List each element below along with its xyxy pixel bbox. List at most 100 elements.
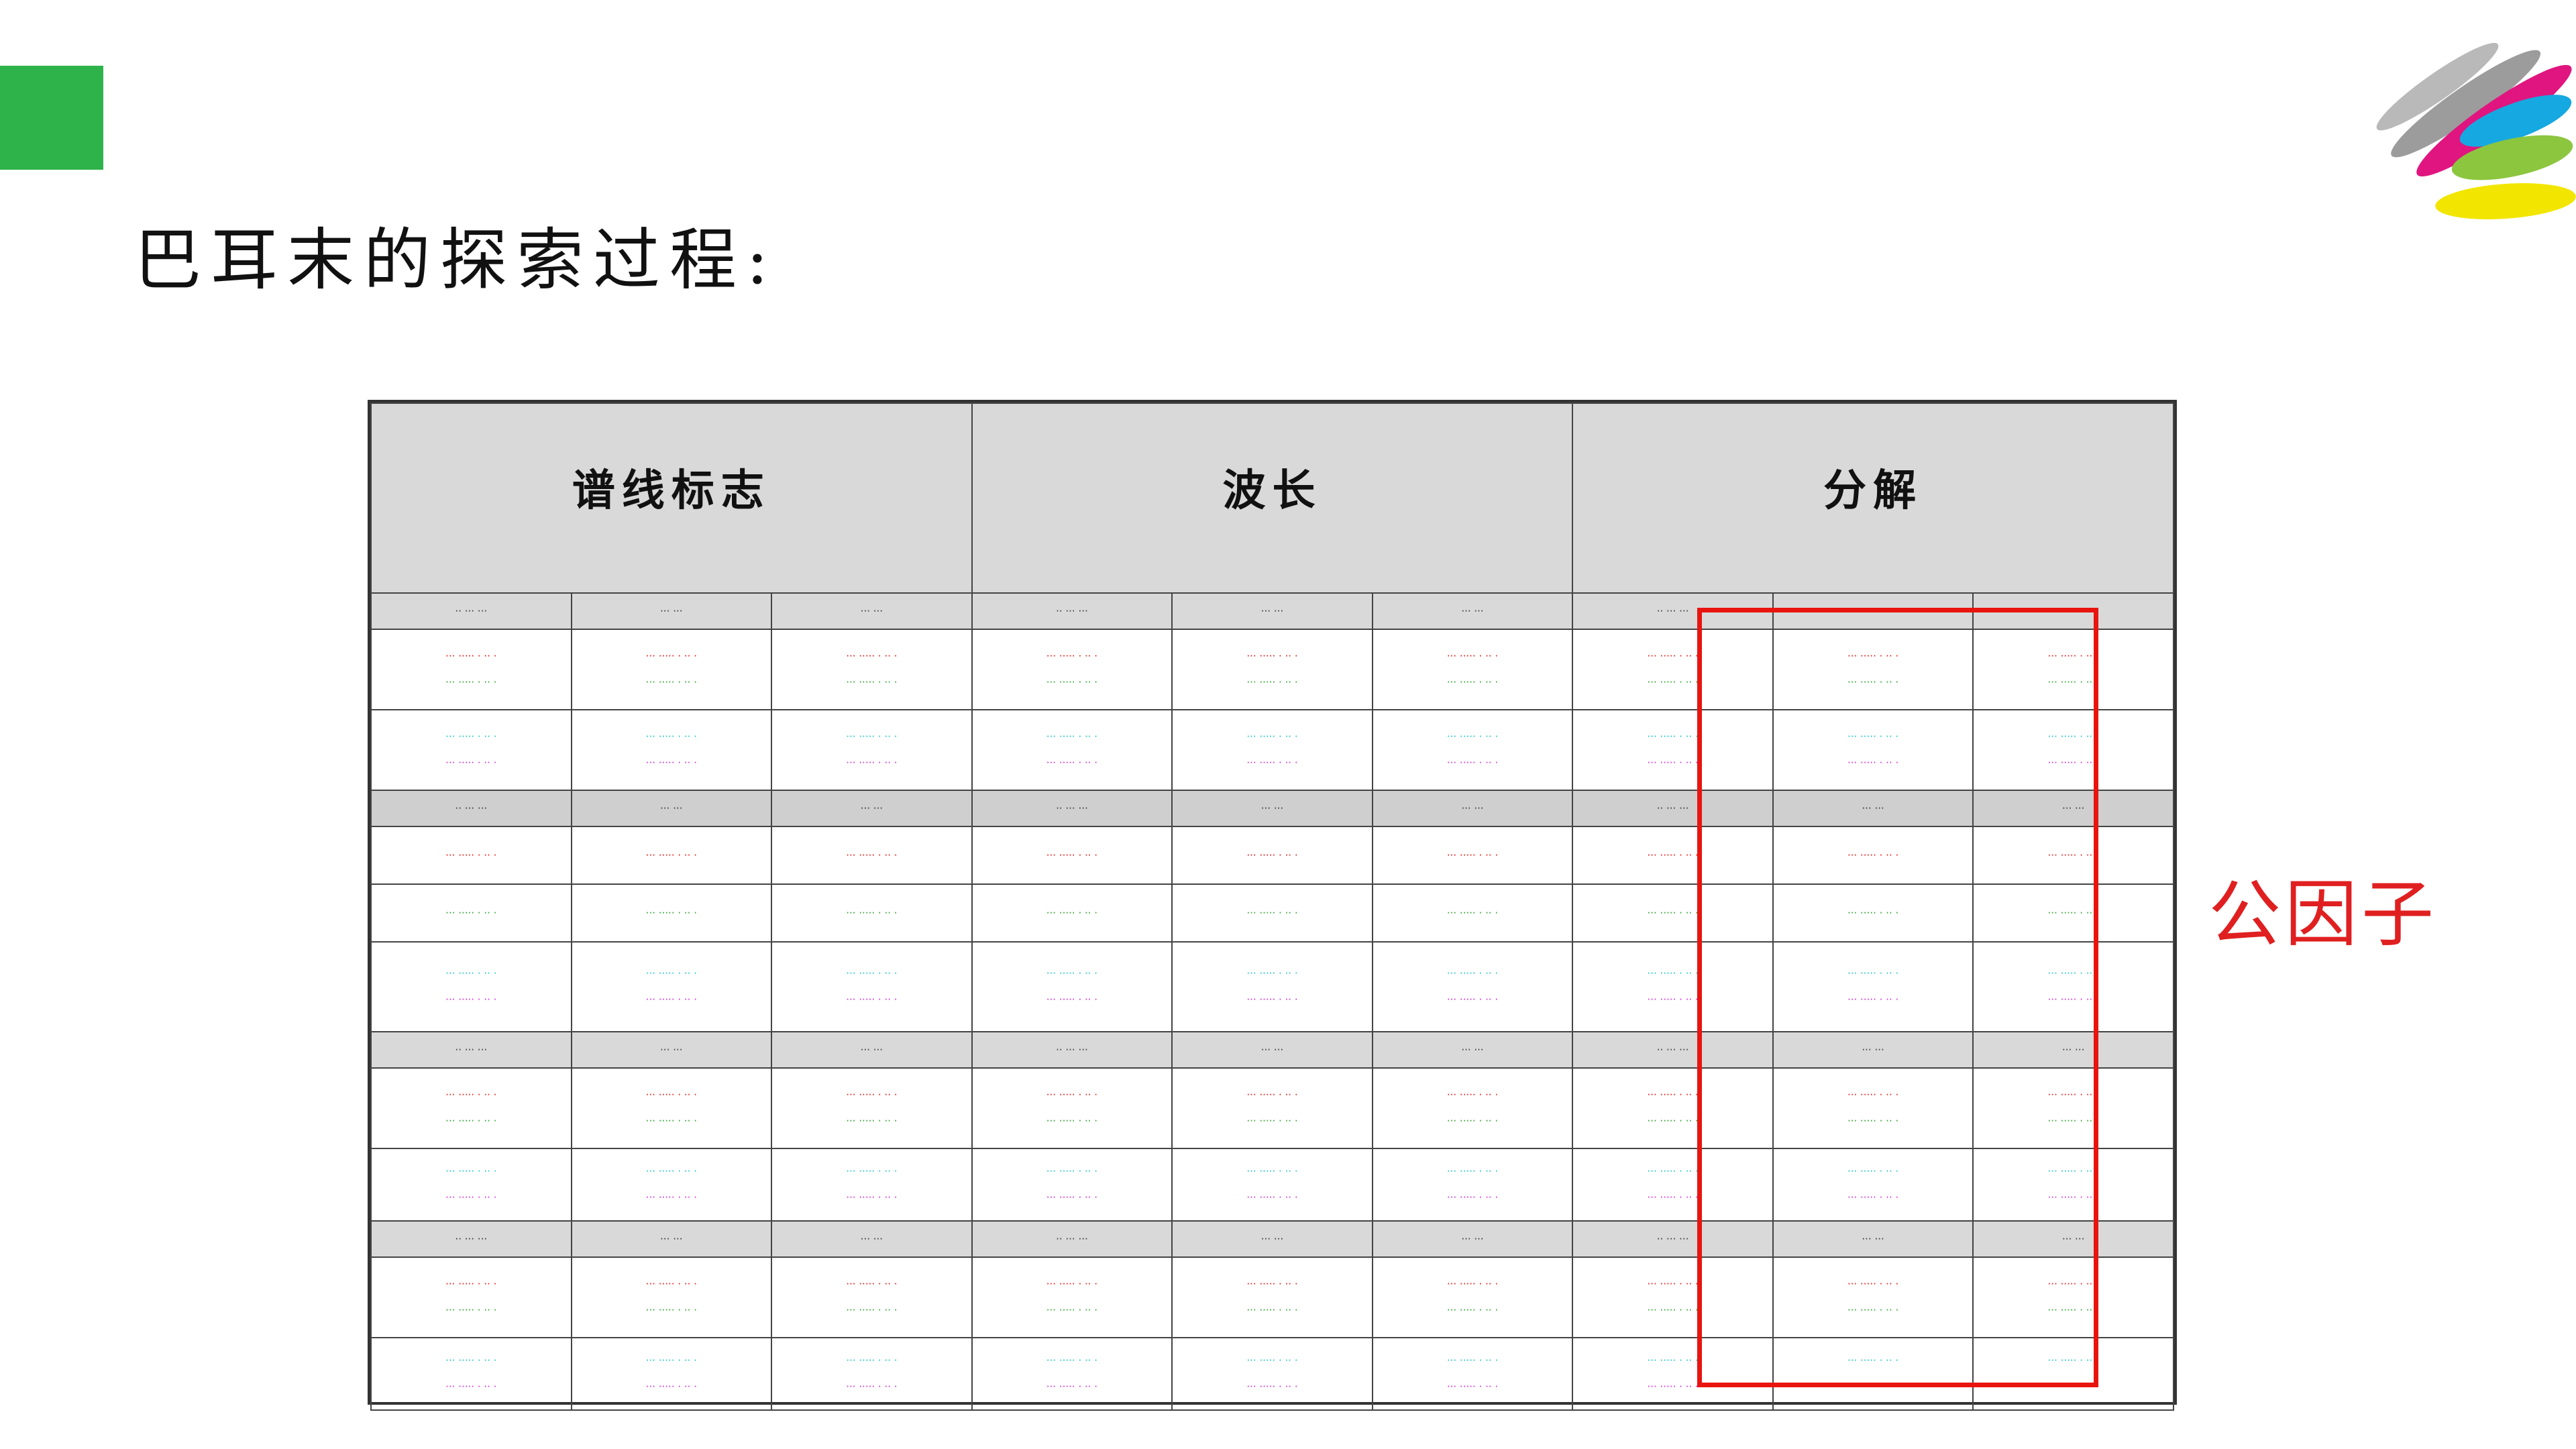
table-cell: ··· ····· · ·· ·	[370, 883, 572, 943]
table-cell: ··· ····· · ·· · ··· ····· · ·· ·	[771, 1256, 973, 1338]
sub-header-cell: ··· ···	[1371, 592, 1574, 630]
cell-line: ··· ····· · ·· ·	[1446, 994, 1499, 1006]
table-cell: ··· ····· · ·· · ··· ····· · ·· ·	[370, 709, 572, 791]
cell-line: ··· ····· · ·· ·	[1046, 1165, 1098, 1177]
cell-line: ··· ····· · ·· ·	[1446, 650, 1499, 662]
table-cell: ··· ····· · ·· · ··· ····· · ·· ·	[971, 629, 1173, 710]
table-cell: ··· ····· · ·· · ··· ····· · ·· ·	[370, 1067, 572, 1149]
table-cell: ··· ····· · ·· · ··· ····· · ·· ·	[771, 1337, 973, 1411]
sub-header-cell: ·· ··· ···	[971, 790, 1173, 827]
sub-header-cell: ··· ···	[771, 1220, 973, 1258]
cell-line: ··· ····· · ·· ·	[1046, 994, 1098, 1006]
cell-line: ··· ····· · ·· ·	[1046, 967, 1098, 979]
cell-line: ··· ····· · ·· ·	[1246, 1115, 1298, 1127]
sub-header-cell: ··· ···	[570, 1031, 773, 1069]
table-cell: ··· ····· · ·· · ··· ····· · ·· ·	[971, 941, 1173, 1032]
table-cell: ··· ····· · ·· · ··· ····· · ·· ·	[971, 1337, 1173, 1411]
cell-line: ··· ····· · ·· ·	[846, 1381, 898, 1393]
cell-line: ··· ····· · ·· ·	[1246, 650, 1298, 662]
cell-line: ··· ····· · ·· ·	[1246, 906, 1298, 919]
cell-line: ··· ····· · ·· ·	[1246, 994, 1298, 1006]
table-cell: ··· ····· · ·· · ··· ····· · ·· ·	[570, 709, 773, 791]
cell-line: ··· ····· · ·· ·	[1246, 1089, 1298, 1101]
cell-line: ··· ····· · ·· ·	[846, 1115, 898, 1127]
sub-header-cell: ··· ···	[1371, 1220, 1574, 1258]
cell-line: ··· ····· · ·· ·	[846, 967, 898, 979]
cell-line: ··· ····· · ·· ·	[1046, 849, 1098, 861]
table-cell: ··· ····· · ·· ·	[971, 883, 1173, 943]
cell-line: ··· ····· · ·· ·	[1246, 757, 1298, 769]
cell-line: ··· ····· · ·· ·	[1446, 676, 1499, 688]
cell-line: ··· ····· · ·· ·	[1046, 731, 1098, 743]
logo-stroke-yellow	[2435, 183, 2576, 219]
sub-header-cell: ··· ···	[1371, 1031, 1574, 1069]
cell-line: ··· ····· · ·· ·	[445, 994, 497, 1006]
cell-line: ··· ····· · ·· ·	[645, 676, 697, 688]
table-cell: ··· ····· · ·· · ··· ····· · ·· ·	[570, 1148, 773, 1222]
cell-line: ··· ····· · ·· ·	[1246, 731, 1298, 743]
cell-line: ··· ····· · ·· ·	[645, 1278, 697, 1290]
cell-line: ··· ····· · ·· ·	[1046, 1381, 1098, 1393]
cell-line: ··· ····· · ·· ·	[645, 731, 697, 743]
cell-line: ··· ····· · ·· ·	[445, 757, 497, 769]
header-spectral-line-label: 谱线标志	[370, 402, 973, 594]
sub-header-cell: ··· ···	[1171, 1031, 1373, 1069]
sub-header-cell: ··· ···	[771, 592, 973, 630]
cell-line: ··· ····· · ·· ·	[1446, 1304, 1499, 1316]
cell-line: ··· ····· · ·· ·	[1046, 906, 1098, 919]
cell-line: ··· ····· · ·· ·	[1046, 1278, 1098, 1290]
sub-header-cell: ·· ··· ···	[370, 1220, 572, 1258]
sub-header-cell: ·· ··· ···	[370, 592, 572, 630]
table-cell: ··· ····· · ·· ·	[771, 826, 973, 885]
cell-line: ··· ····· · ·· ·	[645, 757, 697, 769]
table-cell: ··· ····· · ·· · ··· ····· · ·· ·	[570, 1067, 773, 1149]
table-cell: ··· ····· · ·· · ··· ····· · ·· ·	[1171, 709, 1373, 791]
cell-line: ··· ····· · ·· ·	[1046, 1089, 1098, 1101]
cell-line: ··· ····· · ·· ·	[846, 650, 898, 662]
cell-line: ··· ····· · ·· ·	[1046, 757, 1098, 769]
table-cell: ··· ····· · ·· · ··· ····· · ·· ·	[1171, 1256, 1373, 1338]
sub-header-cell: ··· ···	[1171, 1220, 1373, 1258]
table-cell: ··· ····· · ·· · ··· ····· · ·· ·	[971, 1148, 1173, 1222]
common-factor-highlight-box	[1697, 608, 2098, 1387]
table-cell: ··· ····· · ·· · ··· ····· · ·· ·	[370, 629, 572, 710]
cell-line: ··· ····· · ·· ·	[645, 1381, 697, 1393]
cell-line: ··· ····· · ·· ·	[1446, 1115, 1499, 1127]
sub-header-cell: ··· ···	[1371, 790, 1574, 827]
table-cell: ··· ····· · ·· · ··· ····· · ·· ·	[570, 1337, 773, 1411]
cell-line: ··· ····· · ·· ·	[445, 731, 497, 743]
common-factor-annotation: 公因子	[2208, 873, 2438, 957]
cell-line: ··· ····· · ·· ·	[1246, 1304, 1298, 1316]
table-cell: ··· ····· · ·· · ··· ····· · ·· ·	[370, 941, 572, 1032]
sub-header-cell: ·· ··· ···	[971, 592, 1173, 630]
cell-line: ··· ····· · ·· ·	[846, 906, 898, 919]
table-cell: ··· ····· · ·· ·	[1171, 826, 1373, 885]
table-cell: ··· ····· · ·· · ··· ····· · ·· ·	[570, 629, 773, 710]
table-cell: ··· ····· · ·· · ··· ····· · ·· ·	[971, 1067, 1173, 1149]
cell-line: ··· ····· · ·· ·	[846, 1278, 898, 1290]
table-cell: ··· ····· · ·· · ··· ····· · ·· ·	[771, 941, 973, 1032]
table-cell: ··· ····· · ·· · ··· ····· · ·· ·	[570, 941, 773, 1032]
table-cell: ··· ····· · ·· · ··· ····· · ·· ·	[771, 1148, 973, 1222]
table-cell: ··· ····· · ·· · ··· ····· · ·· ·	[370, 1256, 572, 1338]
sub-header-cell: ··· ···	[570, 592, 773, 630]
cell-line: ··· ····· · ·· ·	[846, 1304, 898, 1316]
cell-line: ··· ····· · ·· ·	[445, 906, 497, 919]
table-cell: ··· ····· · ·· · ··· ····· · ·· ·	[1171, 1148, 1373, 1222]
cell-line: ··· ····· · ·· ·	[1446, 849, 1499, 861]
cell-line: ··· ····· · ·· ·	[846, 731, 898, 743]
cell-line: ··· ····· · ·· ·	[1046, 1354, 1098, 1366]
slide-title: 巴耳末的探索过程:	[134, 221, 778, 299]
table-cell: ··· ····· · ·· · ··· ····· · ·· ·	[570, 1256, 773, 1338]
cell-line: ··· ····· · ·· ·	[645, 1191, 697, 1203]
cell-line: ··· ····· · ·· ·	[846, 994, 898, 1006]
table-cell: ··· ····· · ·· · ··· ····· · ·· ·	[1371, 1067, 1574, 1149]
cell-line: ··· ····· · ·· ·	[1446, 1089, 1499, 1101]
cell-line: ··· ····· · ·· ·	[1446, 1381, 1499, 1393]
cell-line: ··· ····· · ·· ·	[1246, 967, 1298, 979]
cell-line: ··· ····· · ·· ·	[1446, 906, 1499, 919]
table-cell: ··· ····· · ·· · ··· ····· · ·· ·	[971, 1256, 1173, 1338]
cell-line: ··· ····· · ·· ·	[1246, 1165, 1298, 1177]
cell-line: ··· ····· · ·· ·	[445, 650, 497, 662]
sub-header-cell: ·· ··· ···	[971, 1220, 1173, 1258]
